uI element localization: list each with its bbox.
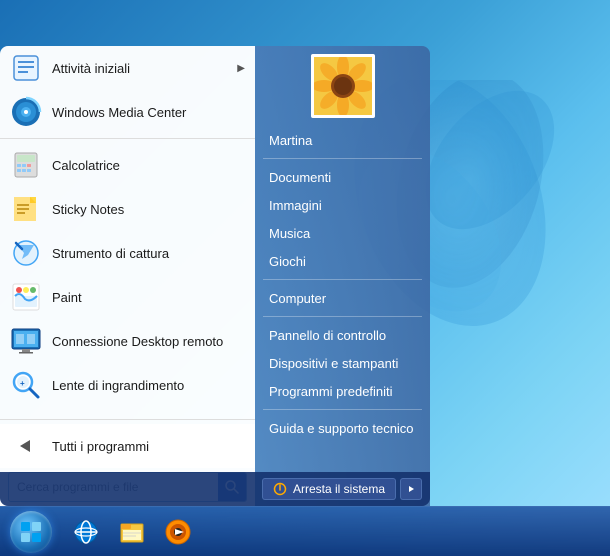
- taskbar: [0, 506, 610, 556]
- all-programs-item[interactable]: Tutti i programmi: [0, 424, 255, 468]
- menu-item-solitario[interactable]: ♠ ♥ Solitario: [0, 407, 255, 415]
- start-orb: [10, 511, 52, 553]
- all-programs-label: Tutti i programmi: [52, 439, 245, 454]
- menu-item-connessione[interactable]: Connessione Desktop remoto: [0, 319, 255, 363]
- shutdown-label: Arresta il sistema: [293, 482, 385, 496]
- start-menu: Attività iniziali ▶ Windows M: [0, 46, 430, 506]
- calcolatrice-icon: [10, 149, 42, 181]
- right-divider-1: [263, 158, 422, 159]
- lente-icon: +: [10, 369, 42, 401]
- paint-icon: [10, 281, 42, 313]
- shutdown-arrow-button[interactable]: [400, 478, 422, 500]
- right-item-musica[interactable]: Musica: [255, 219, 430, 247]
- menu-item-calcolatrice[interactable]: Calcolatrice: [0, 143, 255, 187]
- strumento-icon: [10, 237, 42, 269]
- taskbar-explorer-button[interactable]: [110, 511, 154, 553]
- sticky-label: Sticky Notes: [52, 202, 245, 217]
- desktop: Attività iniziali ▶ Windows M: [0, 0, 610, 556]
- taskbar-ie-button[interactable]: [64, 511, 108, 553]
- wmc-icon: [10, 96, 42, 128]
- menu-right-panel: Martina Documenti Immagini Musica Giochi…: [255, 46, 430, 506]
- right-item-giochi[interactable]: Giochi: [255, 247, 430, 275]
- right-divider-4: [263, 409, 422, 410]
- right-divider-3: [263, 316, 422, 317]
- start-button[interactable]: [4, 510, 58, 554]
- menu-divider-2: [0, 419, 255, 420]
- arrow-right-icon: [406, 484, 416, 494]
- menu-item-paint[interactable]: Paint: [0, 275, 255, 319]
- shutdown-icon: [273, 482, 287, 496]
- menu-divider-1: [0, 138, 255, 139]
- user-avatar[interactable]: [311, 54, 375, 118]
- connessione-icon: [10, 325, 42, 357]
- menu-bottom-bar: Arresta il sistema: [0, 472, 430, 506]
- menu-item-strumento[interactable]: Strumento di cattura: [0, 231, 255, 275]
- menu-left-panel: Attività iniziali ▶ Windows M: [0, 46, 255, 506]
- right-item-dispositivi[interactable]: Dispositivi e stampanti: [255, 349, 430, 377]
- menu-item-lente[interactable]: + Lente di ingrandimento: [0, 363, 255, 407]
- right-item-pannello[interactable]: Pannello di controllo: [255, 321, 430, 349]
- taskbar-wmp-button[interactable]: [156, 511, 200, 553]
- wmc-label: Windows Media Center: [52, 105, 245, 120]
- shutdown-button[interactable]: Arresta il sistema: [262, 478, 396, 500]
- right-divider-2: [263, 279, 422, 280]
- menu-item-wmc[interactable]: Windows Media Center: [0, 90, 255, 134]
- windows-logo-icon: [19, 520, 43, 544]
- sticky-icon: [10, 193, 42, 225]
- menu-item-attivita[interactable]: Attività iniziali ▶: [0, 46, 255, 90]
- right-item-documenti[interactable]: Documenti: [255, 163, 430, 191]
- right-item-programmi[interactable]: Programmi predefiniti: [255, 377, 430, 405]
- ie-icon: [72, 518, 100, 546]
- all-programs-icon: [10, 430, 42, 462]
- attivita-label: Attività iniziali: [52, 61, 227, 76]
- explorer-icon: [118, 518, 146, 546]
- menu-items-list: Attività iniziali ▶ Windows M: [0, 46, 255, 415]
- calcolatrice-label: Calcolatrice: [52, 158, 245, 173]
- right-item-immagini[interactable]: Immagini: [255, 191, 430, 219]
- wmp-icon: [164, 518, 192, 546]
- right-item-computer[interactable]: Computer: [255, 284, 430, 312]
- attivita-arrow: ▶: [237, 63, 245, 74]
- paint-label: Paint: [52, 290, 245, 305]
- attivita-icon: [10, 52, 42, 84]
- lente-label: Lente di ingrandimento: [52, 378, 245, 393]
- right-item-guida[interactable]: Guida e supporto tecnico: [255, 414, 430, 442]
- menu-item-sticky[interactable]: Sticky Notes: [0, 187, 255, 231]
- svg-text:+: +: [20, 379, 25, 388]
- right-item-martina[interactable]: Martina: [255, 126, 430, 154]
- strumento-label: Strumento di cattura: [52, 246, 245, 261]
- solitario-icon: ♠ ♥: [10, 413, 42, 415]
- connessione-label: Connessione Desktop remoto: [52, 334, 245, 349]
